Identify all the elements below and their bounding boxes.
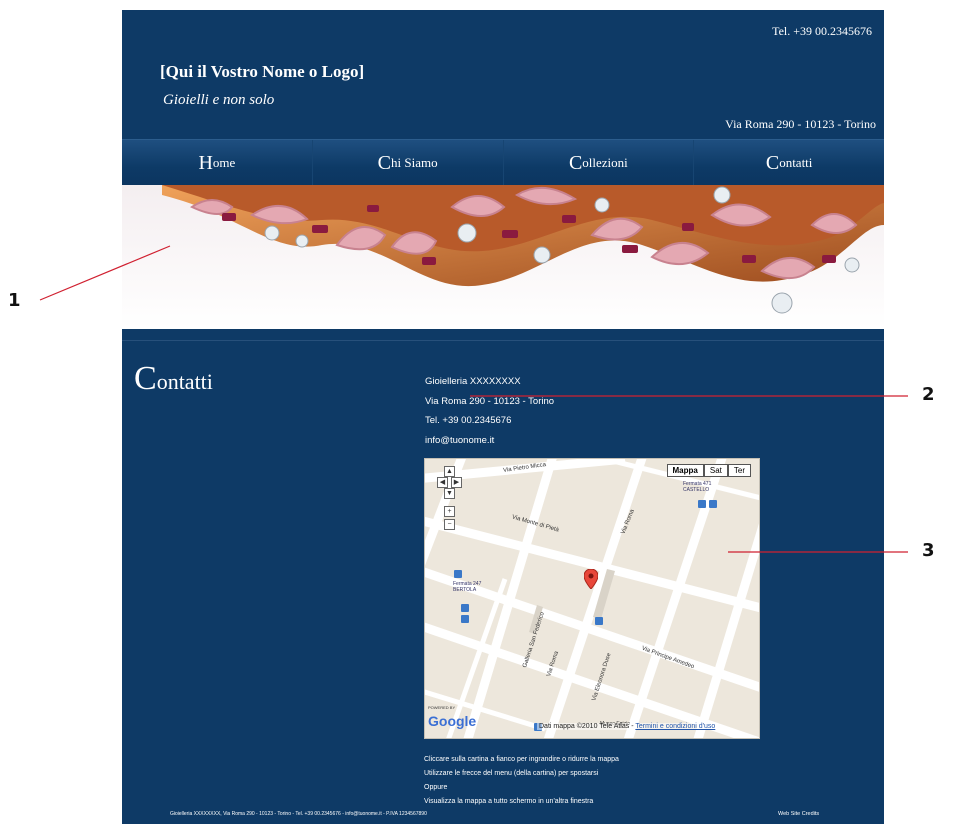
annotation-2: 2 [922,384,935,405]
annotation-3: 3 [922,540,935,561]
annotation-1: 1 [8,290,21,311]
annotation-lines [39,245,908,553]
